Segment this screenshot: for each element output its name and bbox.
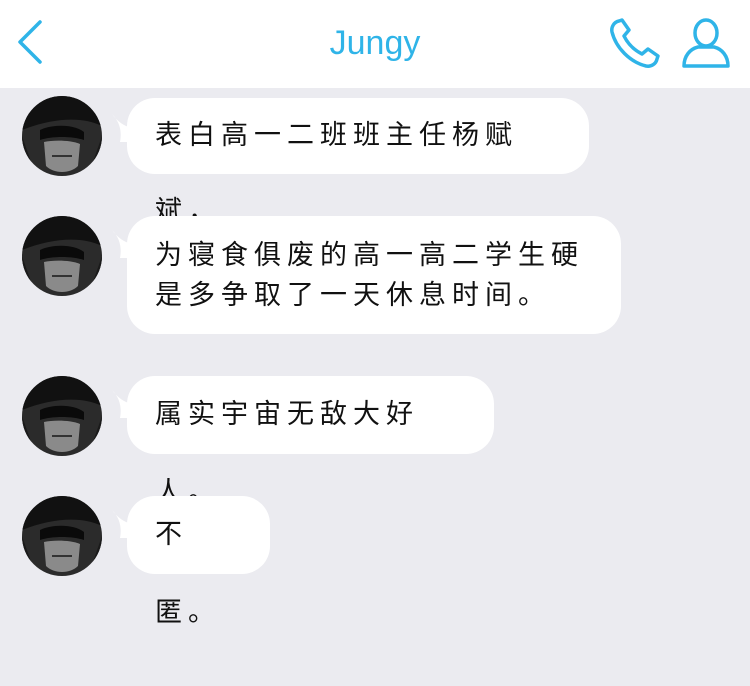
chat-header: Jungy bbox=[0, 0, 750, 88]
message-bubble[interactable]: 表白高一二班班主任杨赋斌， bbox=[127, 98, 589, 227]
message-row: 不匿。 bbox=[0, 496, 750, 628]
message-row: 表白高一二班班主任杨赋斌， bbox=[0, 96, 750, 227]
person-icon bbox=[682, 18, 730, 68]
message-bubble[interactable]: 属实宇宙无敌大好人。 bbox=[127, 376, 494, 508]
message-bubble[interactable]: 为寝食俱废的高一高二学生硬是多争取了一天休息时间。 bbox=[127, 216, 621, 334]
avatar[interactable] bbox=[22, 376, 102, 456]
message-row: 属实宇宙无敌大好人。 bbox=[0, 376, 750, 508]
profile-button[interactable] bbox=[680, 16, 732, 70]
avatar[interactable] bbox=[22, 96, 102, 176]
avatar[interactable] bbox=[22, 496, 102, 576]
message-bubble[interactable]: 不匿。 bbox=[127, 496, 270, 628]
message-row: 为寝食俱废的高一高二学生硬是多争取了一天休息时间。 bbox=[0, 216, 750, 336]
avatar[interactable] bbox=[22, 216, 102, 296]
call-button[interactable] bbox=[608, 16, 662, 70]
phone-icon bbox=[610, 18, 660, 68]
